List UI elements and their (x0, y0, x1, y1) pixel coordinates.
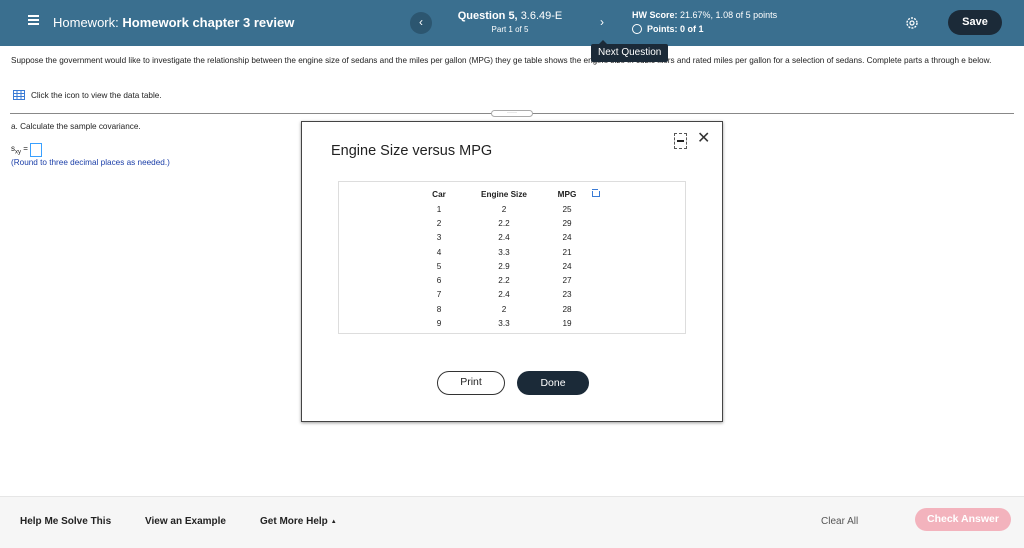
copy-icon[interactable] (592, 189, 600, 197)
divider-handle[interactable]: ····· (491, 110, 533, 117)
rounding-note: (Round to three decimal places as needed… (11, 158, 170, 167)
table-row: 4 3.3 21 (419, 245, 585, 259)
column-header-car: Car (432, 190, 446, 199)
get-more-help-button[interactable]: Get More Help ▲ (260, 516, 337, 527)
table-row: 6 2.2 27 (419, 273, 585, 287)
covariance-answer-input[interactable] (29, 143, 42, 157)
table-row: 3 2.4 24 (419, 231, 585, 245)
homework-title-prefix: Homework: (53, 15, 119, 30)
cell-engine-size: 2.4 (498, 233, 510, 243)
clear-all-button[interactable]: Clear All (821, 516, 858, 527)
cell-engine-size: 2.2 (498, 218, 510, 228)
question-number: Question 5, (457, 10, 518, 22)
cell-mpg: 19 (562, 319, 572, 329)
cell-mpg: 25 (562, 204, 572, 214)
cell-mpg: 24 (562, 233, 572, 243)
table-row: 7 2.4 23 (419, 288, 585, 302)
done-button[interactable]: Done (517, 371, 589, 395)
hw-score-label: HW Score: (632, 10, 678, 20)
points-circle-icon (632, 24, 642, 34)
menu-icon[interactable] (28, 15, 39, 25)
cell-mpg: 23 (562, 290, 572, 300)
dialog-title: Engine Size versus MPG (331, 143, 493, 159)
table-row: 5 2.9 24 (419, 259, 585, 273)
cell-engine-size: 2.2 (498, 276, 510, 286)
cell-engine-size: 2.9 (498, 261, 510, 271)
gear-icon[interactable] (905, 16, 919, 30)
table-row: 1 2 25 (419, 202, 585, 216)
caret-up-icon: ▲ (330, 519, 337, 525)
cell-car: 6 (436, 276, 442, 286)
covariance-symbol: sxy = (11, 144, 28, 156)
cell-engine-size: 3.3 (498, 319, 510, 329)
check-answer-button[interactable]: Check Answer (915, 508, 1011, 531)
top-bar: Homework: Homework chapter 3 review ‹ Qu… (0, 0, 1024, 46)
table-row: 8 2 28 (419, 302, 585, 316)
cell-mpg: 29 (562, 218, 572, 228)
data-table-frame: Car Engine Size MPG 1 2 25 2 2.2 29 3 2.4 24 4… (338, 181, 686, 334)
print-button[interactable]: Print (437, 371, 505, 395)
table-header-row: Car Engine Size MPG (419, 187, 585, 202)
points-label: Points: (647, 24, 678, 34)
get-more-help-label[interactable]: Get More Help (260, 516, 328, 527)
view-example-button[interactable]: View an Example (145, 516, 226, 527)
problem-statement: Suppose the government would like to inv… (11, 56, 992, 65)
cell-mpg: 21 (562, 247, 572, 257)
help-me-solve-button[interactable]: Help Me Solve This (20, 516, 111, 527)
cell-car: 5 (436, 261, 442, 271)
homework-title: Homework: Homework chapter 3 review (53, 15, 294, 30)
next-question-button[interactable]: › (591, 12, 613, 34)
homework-title-name: Homework chapter 3 review (122, 15, 295, 30)
equals-sign: = (23, 144, 28, 154)
data-table: Car Engine Size MPG 1 2 25 2 2.2 29 3 2.4 24 4… (419, 187, 585, 331)
cell-mpg: 28 (562, 304, 572, 314)
hw-score: HW Score: 21.67%, 1.08 of 5 points (632, 10, 777, 20)
cell-car: 1 (436, 204, 442, 214)
column-header-mpg: MPG (557, 190, 577, 199)
cell-car: 8 (436, 304, 442, 314)
footer-bar: Help Me Solve This View an Example Get M… (0, 496, 1024, 548)
close-icon[interactable]: ✕ (697, 130, 710, 148)
cell-car: 3 (436, 233, 442, 243)
question-id: 3.6.49-E (520, 10, 563, 22)
minimize-icon[interactable] (674, 133, 687, 149)
data-link-label[interactable]: Click the icon to view the data table. (31, 91, 162, 100)
data-table-dialog: Engine Size versus MPG ✕ Car Engine Size… (301, 121, 723, 422)
covariance-symbol-subscript: xy (15, 149, 21, 156)
answer-row: sxy = (11, 143, 42, 157)
part-a-prompt: a. Calculate the sample covariance. (11, 122, 141, 131)
cell-car: 9 (436, 319, 442, 329)
previous-question-button[interactable]: ‹ (410, 12, 432, 34)
cell-engine-size: 3.3 (498, 247, 510, 257)
points-value: 0 of 1 (680, 24, 704, 34)
table-icon[interactable] (13, 90, 25, 100)
cell-mpg: 27 (562, 276, 572, 286)
question-part: Part 1 of 5 (491, 25, 529, 34)
score-block: HW Score: 21.67%, 1.08 of 5 points Point… (632, 10, 777, 34)
next-question-tooltip: Next Question (591, 40, 669, 62)
save-button[interactable]: Save (948, 10, 1002, 35)
view-data-table-link[interactable]: Click the icon to view the data table. (13, 90, 162, 100)
table-row: 9 3.3 19 (419, 316, 585, 330)
table-row: 2 2.2 29 (419, 216, 585, 230)
question-indicator: Question 5, 3.6.49-E Part 1 of 5 (430, 10, 590, 34)
question-title: Question 5, 3.6.49-E (430, 10, 590, 22)
cell-engine-size: 2.4 (498, 290, 510, 300)
cell-car: 4 (436, 247, 442, 257)
cell-car: 7 (436, 290, 442, 300)
column-header-engine-size: Engine Size (481, 190, 527, 199)
hw-score-value: 21.67%, 1.08 of 5 points (680, 10, 778, 20)
cell-engine-size: 2 (501, 304, 507, 314)
cell-car: 2 (436, 218, 442, 228)
cell-engine-size: 2 (501, 204, 507, 214)
cell-mpg: 24 (562, 261, 572, 271)
points: Points: 0 of 1 (632, 24, 777, 34)
